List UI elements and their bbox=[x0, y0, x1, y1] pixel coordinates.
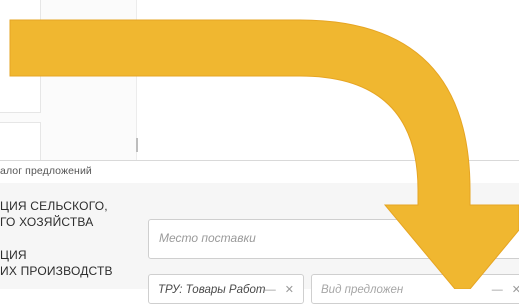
offer-type-placeholder: Вид предложен bbox=[321, 284, 404, 296]
sidebar-item-agriculture-line2[interactable]: ГО ХОЗЯЙСТВА bbox=[0, 214, 93, 231]
sidebar-item-production-line2[interactable]: ИХ ПРОИЗВОДСТВ bbox=[0, 263, 113, 280]
sidebar-item-agriculture-line1[interactable]: ЦИЯ СЕЛЬСКОГО, bbox=[0, 198, 108, 215]
offer-type-clear-icon[interactable]: — ✕ bbox=[492, 283, 519, 296]
delivery-place-placeholder: Место поставки bbox=[159, 231, 256, 245]
delivery-place-input[interactable]: Место поставки bbox=[148, 219, 519, 259]
panel-divider bbox=[136, 138, 138, 152]
breadcrumb[interactable]: алог предложений bbox=[0, 165, 92, 177]
offer-type-select[interactable]: Вид предложен — ✕ bbox=[311, 274, 519, 304]
tru-type-select[interactable]: ТРУ: Товары Работ — ✕ bbox=[148, 274, 304, 304]
content-panel bbox=[136, 0, 519, 160]
category-sidebar: ЦИЯ СЕЛЬСКОГО, ГО ХОЗЯЙСТВА ЦИЯ ИХ ПРОИЗ… bbox=[0, 183, 130, 289]
tru-type-clear-icon[interactable]: — ✕ bbox=[265, 283, 297, 296]
breadcrumb-bar: алог предложений bbox=[0, 160, 519, 184]
left-card-lower bbox=[0, 122, 41, 161]
left-card bbox=[0, 0, 41, 113]
tru-type-value: ТРУ: Товары Работ bbox=[158, 284, 266, 296]
sidebar-item-production-line1[interactable]: ЦИЯ bbox=[0, 247, 27, 264]
